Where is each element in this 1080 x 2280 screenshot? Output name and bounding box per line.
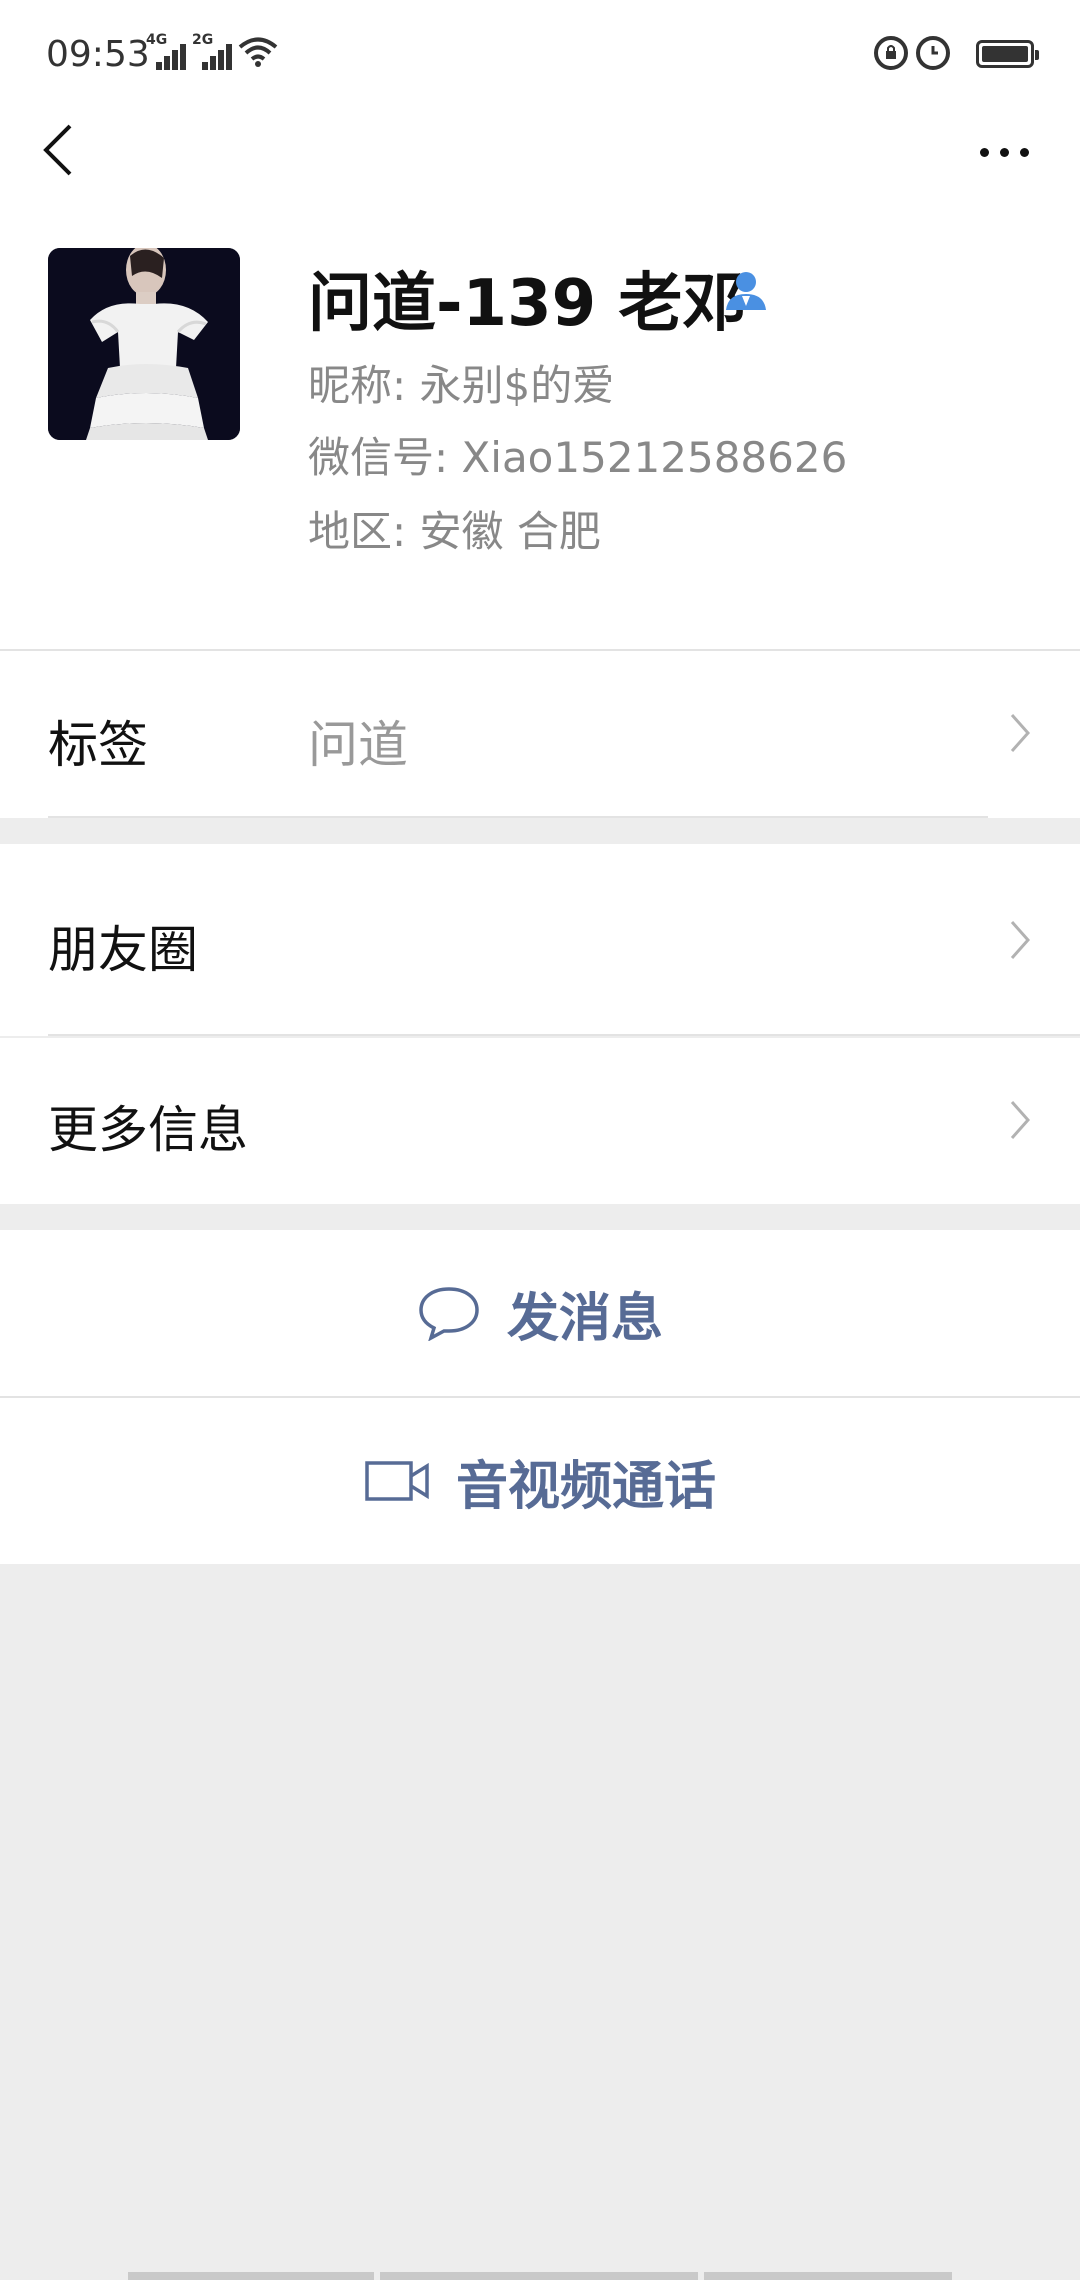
nav-indicator — [704, 2272, 952, 2280]
back-button[interactable] — [36, 118, 96, 182]
wifi-icon — [238, 37, 278, 67]
signal-icon: 2G — [192, 32, 236, 70]
more-info-label: 更多信息 — [48, 1101, 248, 1159]
more-dots-icon — [980, 148, 989, 157]
status-bar: 09:53 4G 2G — [0, 0, 1080, 110]
nav-indicator — [128, 2272, 374, 2280]
send-message-label: 发消息 — [506, 1288, 663, 1349]
battery-icon — [976, 40, 1039, 68]
tags-label: 标签 — [48, 716, 148, 774]
video-call-button[interactable]: 音视频通话 — [0, 1398, 1080, 1564]
user-friend-icon — [726, 272, 766, 310]
tags-row[interactable]: 标签 问道 — [0, 651, 1080, 818]
chevron-right-icon — [1010, 714, 1031, 752]
nav-indicator — [380, 2272, 698, 2280]
wechat-id-line: 微信号: Xiao15212588626 — [308, 433, 848, 482]
chevron-right-icon — [1010, 921, 1031, 959]
display-name: 问道-139 老邓 — [308, 267, 747, 341]
avatar[interactable] — [48, 248, 240, 440]
alarm-icon — [916, 36, 950, 70]
moments-label: 朋友圈 — [48, 921, 198, 979]
chevron-right-icon — [1010, 1101, 1031, 1139]
video-call-label: 音视频通话 — [455, 1456, 716, 1517]
chevron-left-icon — [43, 124, 72, 176]
more-info-row[interactable]: 更多信息 — [0, 1038, 1080, 1204]
divider — [48, 1034, 1080, 1036]
region-line: 地区: 安徽 合肥 — [308, 507, 601, 556]
moments-row[interactable]: 朋友圈 — [0, 844, 1080, 1036]
status-right-icons — [874, 36, 1039, 72]
nickname-line: 昵称: 永别$的爱 — [308, 361, 615, 410]
lock-rotation-icon — [874, 36, 908, 70]
video-camera-icon — [365, 1461, 429, 1501]
tags-value: 问道 — [308, 716, 408, 774]
signal-icon: 4G — [146, 32, 190, 70]
send-message-button[interactable]: 发消息 — [0, 1230, 1080, 1396]
divider — [48, 816, 988, 818]
more-button[interactable] — [970, 130, 1040, 170]
status-time: 09:53 — [46, 34, 150, 75]
chat-bubble-icon — [419, 1287, 479, 1341]
